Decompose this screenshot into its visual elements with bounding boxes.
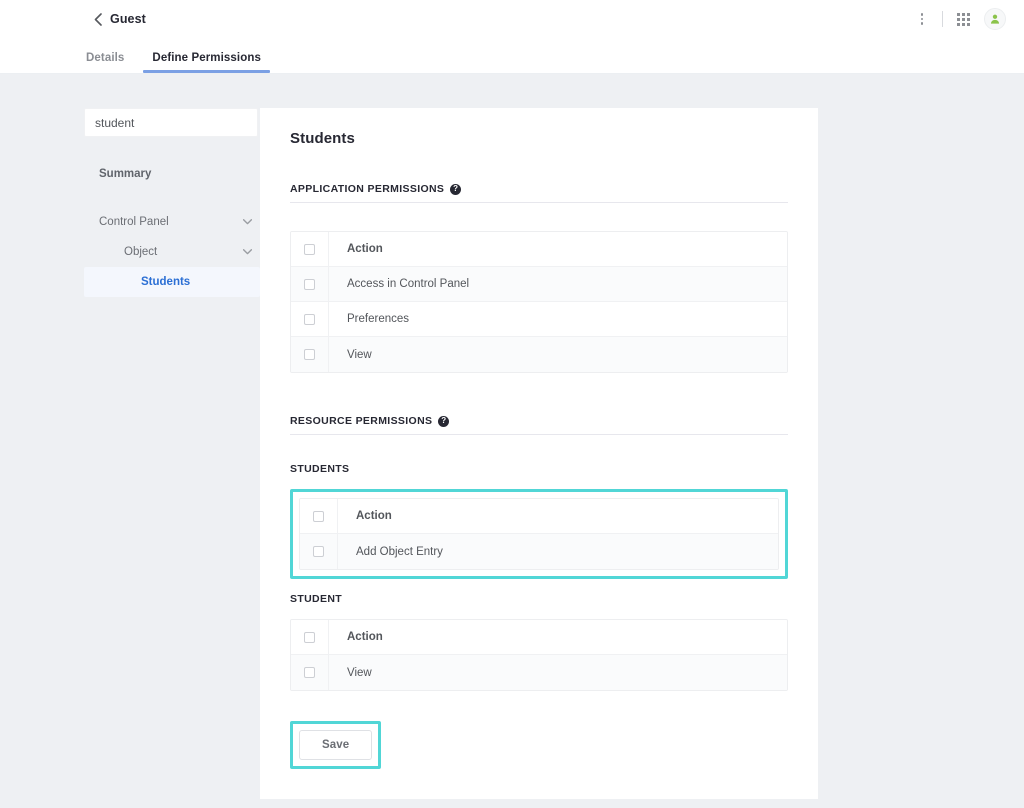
- sidebar-item-label: Students: [141, 276, 191, 288]
- row-label: View: [347, 666, 372, 679]
- row-checkbox[interactable]: [304, 278, 315, 290]
- select-all-checkbox[interactable]: [313, 510, 324, 522]
- sidebar-item-control-panel[interactable]: Control Panel: [84, 207, 260, 237]
- row-label: Add Object Entry: [356, 545, 443, 558]
- sidebar-item-students[interactable]: Students: [84, 267, 260, 297]
- vertical-dots-icon[interactable]: [909, 6, 935, 32]
- user-avatar-icon[interactable]: [984, 8, 1006, 30]
- chevron-down-icon[interactable]: [243, 248, 252, 257]
- row-label: Preferences: [347, 313, 410, 325]
- column-header-action: Action: [356, 510, 392, 522]
- application-permissions-table: Action Access in Control Panel Preferenc…: [290, 231, 788, 373]
- row-checkbox[interactable]: [304, 667, 315, 678]
- vertical-dots-glyph: [920, 13, 924, 25]
- row-checkbox-cell: [291, 655, 329, 690]
- table-row[interactable]: Preferences: [291, 302, 787, 337]
- application-permissions-heading: APPLICATION PERMISSIONS ?: [290, 183, 788, 203]
- tab-bar: Details Define Permissions: [0, 38, 1024, 74]
- row-label: View: [347, 348, 372, 361]
- save-button[interactable]: Save: [299, 730, 373, 760]
- application-permissions-heading-label: APPLICATION PERMISSIONS: [290, 183, 445, 195]
- table-header-row: Action: [300, 499, 778, 534]
- row-checkbox-cell: [291, 337, 329, 372]
- tab-define-permissions[interactable]: Define Permissions: [143, 52, 270, 73]
- column-header-action: Action: [347, 243, 383, 255]
- select-all-checkbox[interactable]: [304, 243, 315, 255]
- row-checkbox[interactable]: [304, 349, 315, 360]
- row-checkbox[interactable]: [304, 313, 315, 325]
- sidebar-item-summary[interactable]: Summary: [84, 159, 260, 189]
- table-header-row: Action: [291, 620, 787, 655]
- highlight-box-students-table: Action Add Object Entry: [290, 489, 788, 579]
- header-actions: [909, 6, 1006, 32]
- sidebar-nav: Summary Control Panel Object Students: [84, 159, 260, 297]
- grid-apps-glyph: [956, 12, 970, 26]
- resource-permissions-heading: RESOURCE PERMISSIONS ?: [290, 415, 788, 435]
- page-body: Summary Control Panel Object: [0, 74, 1024, 807]
- top-header-bar: Guest: [0, 0, 1024, 38]
- help-icon[interactable]: ?: [450, 183, 462, 195]
- select-all-cell: [300, 499, 338, 533]
- row-checkbox-cell: [291, 302, 329, 336]
- row-checkbox-cell: [291, 267, 329, 301]
- sidebar: Summary Control Panel Object: [0, 108, 260, 807]
- sidebar-item-label: Summary: [99, 168, 152, 180]
- header-divider: [942, 11, 943, 27]
- table-row[interactable]: Access in Control Panel: [291, 267, 787, 302]
- table-row[interactable]: View: [291, 655, 787, 690]
- select-all-cell: [291, 232, 329, 266]
- resource-permissions-heading-label: RESOURCE PERMISSIONS: [290, 415, 433, 427]
- row-checkbox[interactable]: [313, 546, 324, 557]
- chevron-down-icon[interactable]: [243, 218, 252, 227]
- page-title: Guest: [110, 12, 146, 26]
- resource-group-title-students: STUDENTS: [290, 463, 350, 475]
- table-header-row: Action: [291, 232, 787, 267]
- select-all-checkbox[interactable]: [304, 631, 315, 643]
- students-resource-permissions-table: Action Add Object Entry: [299, 498, 779, 570]
- sidebar-item-label: Object: [124, 246, 158, 258]
- table-row[interactable]: View: [291, 337, 787, 372]
- table-row[interactable]: Add Object Entry: [300, 534, 778, 569]
- tab-details[interactable]: Details: [86, 52, 124, 73]
- sidebar-item-label: Control Panel: [99, 216, 169, 228]
- permissions-card: Students APPLICATION PERMISSIONS ? Actio…: [260, 108, 818, 799]
- resource-group-title-student: STUDENT: [290, 593, 343, 605]
- highlight-box-save-button: Save: [290, 721, 382, 769]
- sidebar-item-object[interactable]: Object: [84, 237, 260, 267]
- search-input[interactable]: [84, 108, 258, 137]
- content-area: Students APPLICATION PERMISSIONS ? Actio…: [260, 108, 1024, 807]
- row-label: Access in Control Panel: [347, 278, 470, 290]
- help-icon[interactable]: ?: [438, 415, 450, 427]
- row-checkbox-cell: [300, 534, 338, 569]
- grid-apps-icon[interactable]: [950, 6, 976, 32]
- back-chevron-icon[interactable]: [90, 11, 106, 27]
- student-resource-permissions-table: Action View: [290, 619, 788, 691]
- column-header-action: Action: [347, 631, 383, 643]
- select-all-cell: [291, 620, 329, 654]
- card-title: Students: [290, 130, 355, 147]
